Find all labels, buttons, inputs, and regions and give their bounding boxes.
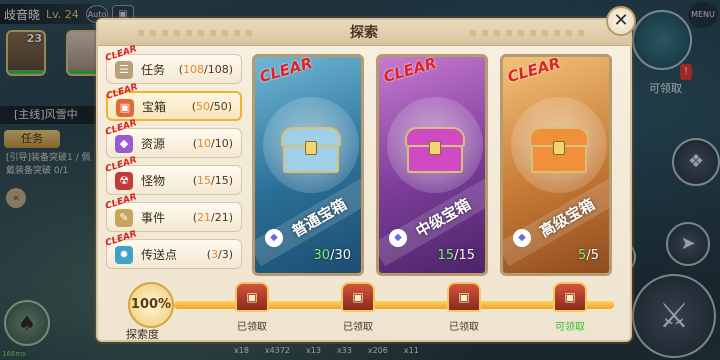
category-label: 怪物 [141,173,166,188]
chest-icon: ▣ [116,99,134,117]
chest-count: 15/15 [437,248,475,263]
chest-card-group: CLEAR 普通宝箱 ◆ 30/30 CLEAR 中级宝箱 ◆ 15/15 CL… [252,54,622,276]
exploration-dialog: 探索 CLEAR ☰ 任务 (108/108) CLEAR ▣ 宝箱 (50/5… [96,18,632,342]
monster-icon: ☢ [115,172,133,190]
common-chest-icon [281,127,341,173]
category-label: 传送点 [141,247,178,262]
category-count: (21/21) [192,210,233,224]
milestone-status: 已领取 [449,322,479,333]
advanced-chest-icon [529,127,589,173]
milestone-reward-3[interactable]: ▣ 已领取 [436,282,492,333]
clear-stamp: CLEAR [505,54,563,87]
progress-percent-badge: 100% [128,282,174,328]
chest-card-advanced[interactable]: CLEAR 高级宝箱 ◆ 5/5 [500,54,612,276]
close-button[interactable]: ✕ [606,6,636,36]
category-count: (50/50) [191,99,232,113]
clear-stamp: CLEAR [257,54,315,87]
reward-chest-icon: ▣ [235,282,269,312]
chest-card-common[interactable]: CLEAR 普通宝箱 ◆ 30/30 [252,54,364,276]
category-item-quest[interactable]: CLEAR ☰ 任务 (108/108) [104,44,242,84]
category-label: 宝箱 [142,99,167,114]
chest-count: 5/5 [578,248,599,263]
category-item-monster[interactable]: CLEAR ☢ 怪物 (15/15) [104,155,242,195]
milestone-status: 已领取 [343,322,373,333]
milestone-status: 已领取 [237,322,267,333]
exploration-progress: 100% 探索度 ▣ 已领取 ▣ 已领取 ▣ 已领取 ▣ 可领取 [118,282,618,341]
milestone-status: 可领取 [555,322,585,333]
category-count: (108/108) [178,62,233,76]
progress-label: 探索度 [126,328,159,341]
milestone-reward-4[interactable]: ▣ 可领取 [542,282,598,333]
resource-icon: ◆ [115,135,133,153]
intermediate-chest-icon [405,127,465,173]
gem-icon: ◆ [265,229,283,247]
reward-chest-icon: ▣ [341,282,375,312]
event-icon: ✎ [115,209,133,227]
category-label: 任务 [141,62,166,77]
category-item-resource[interactable]: CLEAR ◆ 资源 (10/10) [104,118,242,158]
category-list: CLEAR ☰ 任务 (108/108) CLEAR ▣ 宝箱 (50/50) … [104,44,242,276]
reward-chest-icon: ▣ [553,282,587,312]
category-count: (15/15) [192,173,233,187]
chest-lock [429,141,441,155]
category-count: (10/10) [192,136,233,150]
dialog-title: 探索 [350,25,378,41]
dialog-header: 探索 [98,20,630,46]
category-label: 事件 [141,210,166,225]
quest-icon: ☰ [115,61,133,79]
clear-stamp: CLEAR [381,54,439,87]
category-label: 资源 [141,136,166,151]
milestone-reward-1[interactable]: ▣ 已领取 [224,282,280,333]
chest-count: 30/30 [313,248,351,263]
milestone-reward-2[interactable]: ▣ 已领取 [330,282,386,333]
category-item-event[interactable]: CLEAR ✎ 事件 (21/21) [104,192,242,232]
chest-lock [553,141,565,155]
gem-icon: ◆ [513,229,531,247]
category-item-teleport[interactable]: CLEAR ✹ 传送点 (3/3) [104,229,242,269]
chest-card-intermediate[interactable]: CLEAR 中级宝箱 ◆ 15/15 [376,54,488,276]
reward-chest-icon: ▣ [447,282,481,312]
chest-lock [305,141,317,155]
category-item-chest[interactable]: CLEAR ▣ 宝箱 (50/50) [105,82,242,121]
gem-icon: ◆ [389,229,407,247]
teleport-icon: ✹ [115,246,133,264]
category-count: (3/3) [206,247,233,261]
